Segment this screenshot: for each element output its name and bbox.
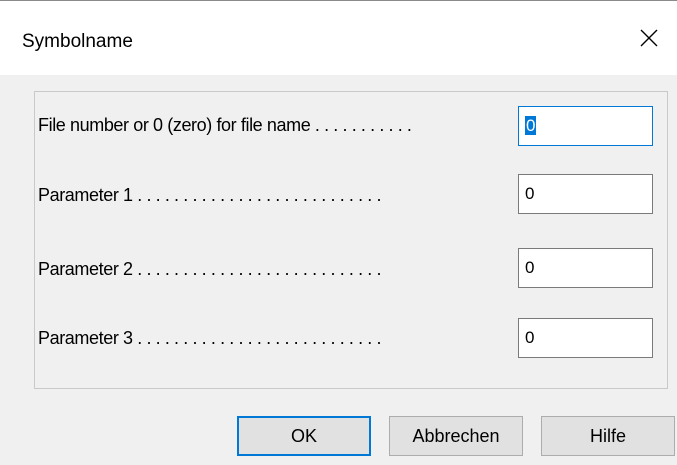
parameter-1-value: 0 bbox=[525, 184, 535, 203]
parameter-3-input[interactable]: 0 bbox=[518, 318, 653, 358]
parameter-3-label: Parameter 3 . . . . . . . . . . . . . . … bbox=[38, 328, 382, 348]
file-number-input[interactable]: 0 bbox=[518, 106, 653, 146]
cancel-button[interactable]: Abbrechen bbox=[389, 416, 523, 456]
symbolname-dialog: Symbolname File number or 0 (zero) for f… bbox=[0, 0, 677, 465]
dialog-title: Symbolname bbox=[22, 31, 133, 52]
parameter-2-input[interactable]: 0 bbox=[518, 248, 653, 288]
file-number-label: File number or 0 (zero) for file name . … bbox=[38, 115, 412, 135]
close-icon bbox=[640, 29, 658, 47]
title-bar: Symbolname bbox=[0, 1, 677, 75]
parameter-1-label: Parameter 1 . . . . . . . . . . . . . . … bbox=[38, 185, 382, 205]
parameter-1-input[interactable]: 0 bbox=[518, 174, 653, 214]
close-button[interactable] bbox=[621, 1, 677, 75]
parameter-2-label: Parameter 2 . . . . . . . . . . . . . . … bbox=[38, 259, 382, 279]
parameter-3-value: 0 bbox=[525, 328, 535, 347]
ok-button[interactable]: OK bbox=[237, 416, 371, 456]
file-number-value: 0 bbox=[525, 116, 537, 135]
help-button[interactable]: Hilfe bbox=[541, 416, 675, 456]
parameter-2-value: 0 bbox=[525, 258, 535, 277]
